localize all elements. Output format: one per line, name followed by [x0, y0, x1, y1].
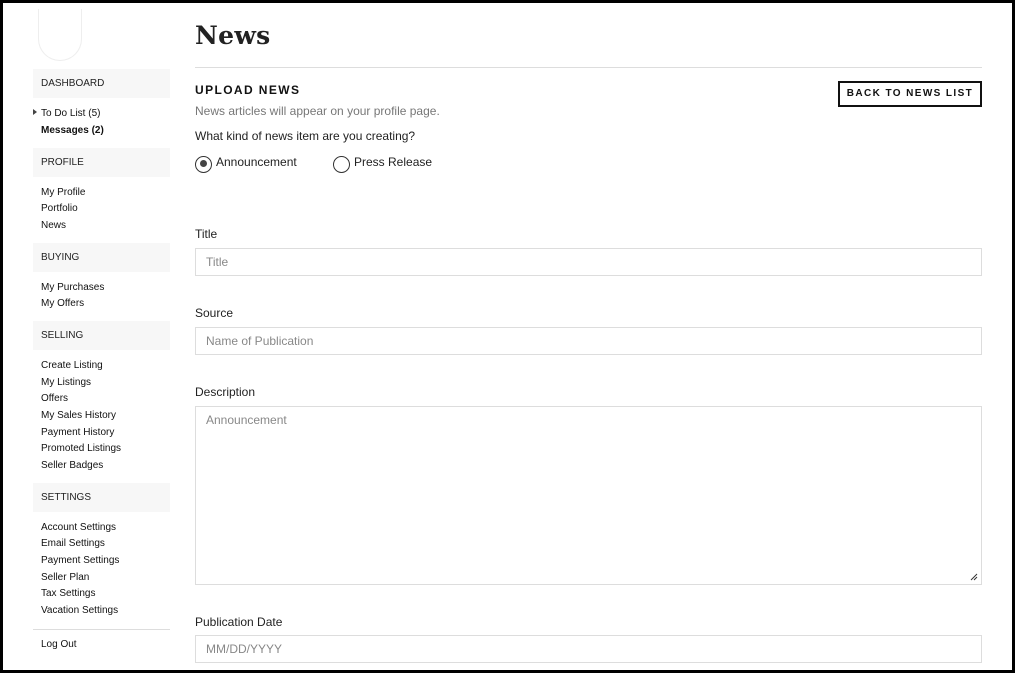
radio-announcement[interactable]: Announcement [195, 155, 297, 173]
publication-date-input[interactable] [195, 635, 982, 663]
description-textarea[interactable] [195, 406, 982, 585]
sidebar-header-buying: BUYING [33, 243, 170, 272]
sidebar-item-offers[interactable]: Offers [41, 391, 68, 407]
sidebar-item-news[interactable]: News [41, 218, 66, 234]
back-to-news-list-button[interactable]: BACK TO NEWS LIST [838, 81, 982, 107]
sidebar-item-seller-badges[interactable]: Seller Badges [41, 458, 103, 474]
sidebar-item-portfolio[interactable]: Portfolio [41, 201, 78, 217]
sidebar-item-my-sales-history[interactable]: My Sales History [41, 408, 116, 424]
sidebar-item-tax-settings[interactable]: Tax Settings [41, 586, 95, 602]
news-type-question: What kind of news item are you creating? [195, 129, 416, 143]
title-input[interactable] [195, 248, 982, 276]
sidebar-item-promoted-listings[interactable]: Promoted Listings [41, 441, 121, 457]
page-frame: DASHBOARD To Do List (5) Messages (2) PR… [0, 0, 1015, 673]
avatar[interactable] [38, 9, 82, 61]
section-subtitle: News articles will appear on your profil… [195, 104, 440, 118]
publication-date-label: Publication Date [195, 615, 283, 629]
sidebar-item-my-offers[interactable]: My Offers [41, 296, 84, 312]
caret-right-icon [33, 109, 37, 115]
description-label: Description [195, 385, 256, 399]
sidebar-item-create-listing[interactable]: Create Listing [41, 358, 103, 374]
sidebar-item-payment-settings[interactable]: Payment Settings [41, 553, 119, 569]
title-label: Title [195, 227, 218, 241]
radio-label-announcement: Announcement [216, 155, 297, 169]
sidebar-item-log-out[interactable]: Log Out [41, 637, 77, 653]
radio-label-press-release: Press Release [354, 155, 433, 169]
sidebar-item-seller-plan[interactable]: Seller Plan [41, 570, 89, 586]
radio-checked-icon[interactable] [195, 155, 212, 173]
sidebar-item-messages[interactable]: Messages (2) [41, 123, 104, 139]
radio-press-release[interactable]: Press Release [333, 155, 432, 173]
sidebar-item-my-purchases[interactable]: My Purchases [41, 280, 104, 296]
sidebar: DASHBOARD To Do List (5) Messages (2) PR… [30, 3, 170, 670]
sidebar-divider [33, 629, 170, 630]
sidebar-item-vacation-settings[interactable]: Vacation Settings [41, 603, 118, 619]
sidebar-item-payment-history[interactable]: Payment History [41, 425, 114, 441]
sidebar-header-profile: PROFILE [33, 148, 170, 177]
title-divider [195, 67, 982, 68]
section-title: UPLOAD NEWS [195, 83, 301, 97]
main-content: News UPLOAD NEWS BACK TO NEWS LIST News … [195, 3, 982, 670]
sidebar-item-my-listings[interactable]: My Listings [41, 375, 91, 391]
sidebar-header-dashboard: DASHBOARD [33, 69, 170, 98]
sidebar-item-my-profile[interactable]: My Profile [41, 185, 85, 201]
sidebar-item-email-settings[interactable]: Email Settings [41, 536, 105, 552]
source-label: Source [195, 306, 234, 320]
page-title: News [195, 21, 271, 50]
resize-handle-icon[interactable] [970, 573, 978, 581]
sidebar-header-settings: SETTINGS [33, 483, 170, 512]
sidebar-item-account-settings[interactable]: Account Settings [41, 520, 116, 536]
sidebar-item-todo-list[interactable]: To Do List (5) [41, 106, 100, 122]
sidebar-header-selling: SELLING [33, 321, 170, 350]
source-input[interactable] [195, 327, 982, 355]
radio-unchecked-icon[interactable] [333, 155, 350, 173]
